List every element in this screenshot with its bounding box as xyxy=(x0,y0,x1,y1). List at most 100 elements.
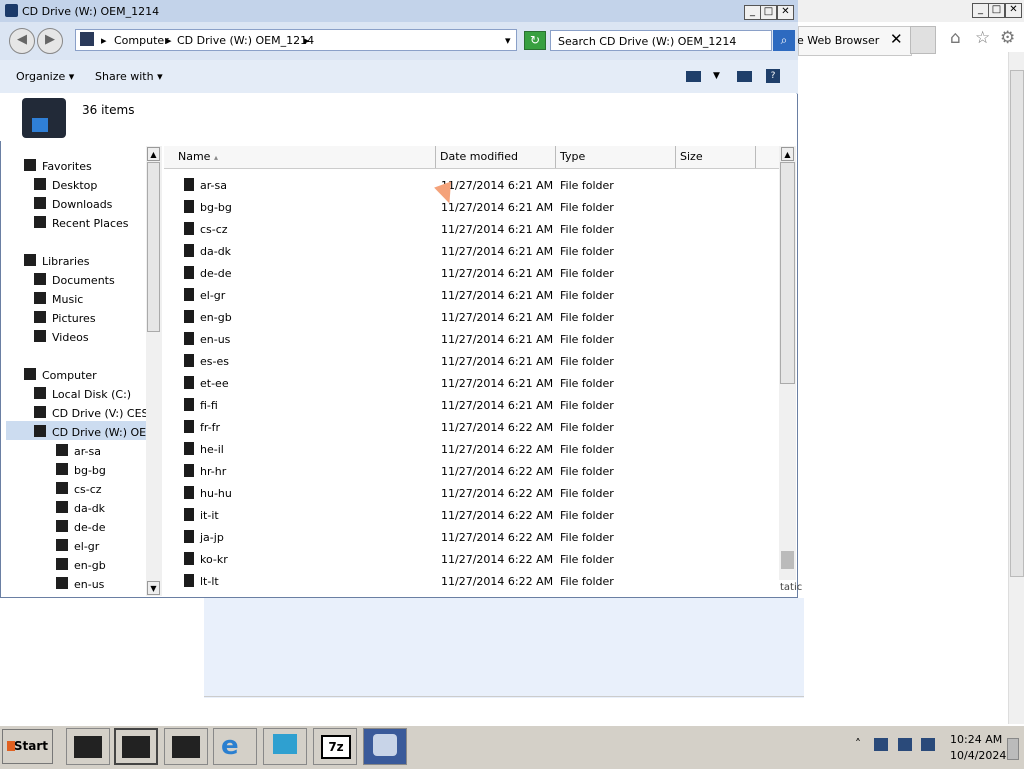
nav-item[interactable]: cs-cz xyxy=(2,480,146,499)
nav-scroll-down-icon[interactable]: ▼ xyxy=(147,581,160,595)
file-row[interactable]: en-us 11/27/2014 6:21 AM File folder xyxy=(164,328,778,350)
search-icon[interactable]: ⌕ xyxy=(773,30,795,51)
file-row[interactable]: bg-bg 11/27/2014 6:21 AM File folder xyxy=(164,196,778,218)
browser-maximize-button[interactable]: □ xyxy=(988,3,1005,18)
nav-item[interactable]: Videos xyxy=(2,328,146,347)
column-header-date[interactable]: Date modified xyxy=(434,146,556,168)
network-icon[interactable] xyxy=(874,738,888,751)
view-options-dropdown-icon[interactable]: ▼ xyxy=(713,71,720,81)
file-row[interactable]: it-it 11/27/2014 6:22 AM File folder xyxy=(164,504,778,526)
display-icon[interactable] xyxy=(898,738,912,751)
file-name: en-gb xyxy=(200,311,232,324)
nav-item[interactable]: da-dk xyxy=(2,499,146,518)
file-row[interactable]: en-gb 11/27/2014 6:21 AM File folder xyxy=(164,306,778,328)
nav-item[interactable]: Computer xyxy=(2,366,146,385)
refresh-button[interactable]: ↻ xyxy=(524,31,546,50)
folder-icon xyxy=(34,387,46,399)
nav-item[interactable]: Downloads xyxy=(2,195,146,214)
forward-button[interactable]: ▶ xyxy=(37,28,63,54)
browser-tab-close-icon[interactable]: ✕ xyxy=(890,30,903,48)
nav-item[interactable]: Pictures xyxy=(2,309,146,328)
help-icon[interactable]: ? xyxy=(766,69,780,83)
share-with-button[interactable]: Share with ▾ xyxy=(95,70,163,83)
browser-new-tab-button[interactable] xyxy=(910,26,936,54)
file-row[interactable]: fr-fr 11/27/2014 6:22 AM File folder xyxy=(164,416,778,438)
nav-item[interactable]: el-gr xyxy=(2,537,146,556)
file-row[interactable]: hr-hr 11/27/2014 6:22 AM File folder xyxy=(164,460,778,482)
column-header-type[interactable]: Type xyxy=(554,146,676,168)
nav-item[interactable]: bg-bg xyxy=(2,461,146,480)
nav-item[interactable]: CD Drive (W:) OEM xyxy=(2,423,146,442)
nav-item[interactable]: de-de xyxy=(2,518,146,537)
status-text-fragment: tatic xyxy=(780,582,803,593)
nav-item-label: Computer xyxy=(42,369,97,382)
maximize-button[interactable]: □ xyxy=(760,5,777,20)
address-dropdown-icon[interactable]: ▾ xyxy=(505,34,511,47)
file-row[interactable]: ar-sa 11/27/2014 6:21 AM File folder xyxy=(164,174,778,196)
browser-minimize-button[interactable]: _ xyxy=(972,3,989,18)
file-type: File folder xyxy=(560,311,614,324)
folder-icon xyxy=(56,501,68,513)
nav-item-label: Downloads xyxy=(52,198,113,211)
clock-date[interactable]: 10/4/2024 xyxy=(950,749,1006,762)
gear-icon[interactable]: ⚙ xyxy=(1000,28,1015,48)
nav-item[interactable]: Music xyxy=(2,290,146,309)
close-button[interactable]: ✕ xyxy=(777,5,794,20)
breadcrumb-sep[interactable]: ▸ xyxy=(166,34,172,47)
nav-pane-scrollbar-thumb[interactable] xyxy=(147,162,160,332)
file-name: ja-jp xyxy=(200,531,224,544)
minimize-button[interactable]: _ xyxy=(744,5,761,20)
nav-item[interactable]: Libraries xyxy=(2,252,146,271)
folder-icon xyxy=(184,310,194,323)
column-header-name[interactable]: Name ▴ xyxy=(172,146,436,168)
file-row[interactable]: et-ee 11/27/2014 6:21 AM File folder xyxy=(164,372,778,394)
breadcrumb-sep[interactable]: ▸ xyxy=(101,34,107,47)
file-row[interactable]: lt-lt 11/27/2014 6:22 AM File folder xyxy=(164,570,778,592)
file-row[interactable]: cs-cz 11/27/2014 6:21 AM File folder xyxy=(164,218,778,240)
browser-close-button[interactable]: ✕ xyxy=(1005,3,1022,18)
clock-time[interactable]: 10:24 AM xyxy=(950,733,1002,746)
browser-page-panel xyxy=(204,598,804,698)
file-row[interactable]: fi-fi 11/27/2014 6:21 AM File folder xyxy=(164,394,778,416)
breadcrumb-cd-drive[interactable]: CD Drive (W:) OEM_1214 xyxy=(177,34,314,47)
breadcrumb-computer[interactable]: Computer xyxy=(114,34,169,47)
file-row[interactable]: el-gr 11/27/2014 6:21 AM File folder xyxy=(164,284,778,306)
file-row[interactable]: hu-hu 11/27/2014 6:22 AM File folder xyxy=(164,482,778,504)
change-view-icon[interactable] xyxy=(686,71,701,82)
nav-item[interactable]: Documents xyxy=(2,271,146,290)
file-date: 11/27/2014 6:21 AM xyxy=(441,399,554,412)
nav-item[interactable]: ar-sa xyxy=(2,442,146,461)
file-row[interactable]: de-de 11/27/2014 6:21 AM File folder xyxy=(164,262,778,284)
breadcrumb-sep[interactable]: ▸ xyxy=(304,34,310,47)
browser-scrollbar-thumb[interactable] xyxy=(1010,70,1024,577)
file-type: File folder xyxy=(560,421,614,434)
file-row[interactable]: ja-jp 11/27/2014 6:22 AM File folder xyxy=(164,526,778,548)
star-icon[interactable]: ☆ xyxy=(975,28,990,48)
file-row[interactable]: he-il 11/27/2014 6:22 AM File folder xyxy=(164,438,778,460)
organize-button[interactable]: Organize ▾ xyxy=(16,70,74,83)
file-row[interactable]: ko-kr 11/27/2014 6:22 AM File folder xyxy=(164,548,778,570)
nav-scroll-up-icon[interactable]: ▲ xyxy=(147,147,160,161)
tray-expand-icon[interactable]: ˄ xyxy=(855,737,861,751)
home-icon[interactable]: ⌂ xyxy=(950,28,961,48)
back-button[interactable]: ◀ xyxy=(9,28,35,54)
show-desktop-button[interactable] xyxy=(1007,738,1019,760)
volume-icon[interactable] xyxy=(921,738,935,751)
file-name: hr-hr xyxy=(200,465,227,478)
nav-item[interactable]: CD Drive (V:) CES_ xyxy=(2,404,146,423)
nav-item[interactable]: en-gb xyxy=(2,556,146,575)
nav-item-label: CD Drive (V:) CES_ xyxy=(52,407,146,420)
column-header-size[interactable]: Size xyxy=(674,146,756,168)
file-row[interactable]: es-es 11/27/2014 6:21 AM File folder xyxy=(164,350,778,372)
file-list-scrollbar-thumb[interactable] xyxy=(780,162,795,384)
file-date: 11/27/2014 6:21 AM xyxy=(441,289,554,302)
nav-item[interactable]: Recent Places xyxy=(2,214,146,233)
nav-item[interactable]: Desktop xyxy=(2,176,146,195)
file-row[interactable]: da-dk 11/27/2014 6:21 AM File folder xyxy=(164,240,778,262)
list-scroll-up-icon[interactable]: ▲ xyxy=(781,147,794,161)
preview-pane-icon[interactable] xyxy=(737,71,752,82)
app-window-icon xyxy=(172,736,200,758)
nav-item[interactable]: Favorites xyxy=(2,157,146,176)
nav-item[interactable]: en-us xyxy=(2,575,146,594)
nav-item[interactable]: Local Disk (C:) xyxy=(2,385,146,404)
